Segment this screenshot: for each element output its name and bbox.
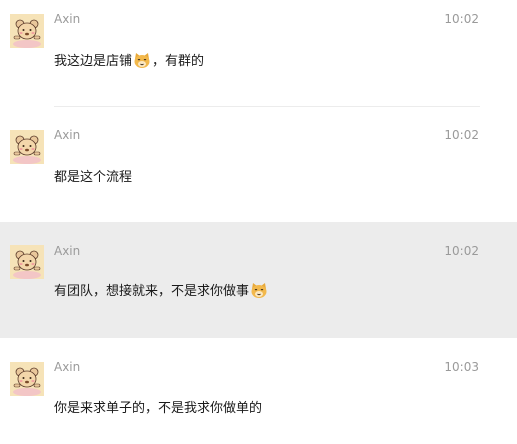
avatar[interactable]: [10, 362, 44, 396]
message-text[interactable]: 你是来求单子的，不是我求你做单的: [54, 397, 262, 416]
message-text[interactable]: 有团队，想接就来，不是求你做事: [54, 280, 269, 299]
sender-name: Axin: [54, 128, 81, 142]
chat-message-list: Axin 10:02 我这边是店铺 ，有群的 Axin 10:02 都是这个流程…: [0, 0, 517, 444]
message-time: 10:02: [444, 128, 479, 142]
message-time: 10:02: [444, 12, 479, 26]
cat-face-emoji-icon: [134, 52, 150, 68]
chat-message[interactable]: Axin 10:02 都是这个流程: [0, 107, 517, 222]
message-text[interactable]: 都是这个流程: [54, 166, 132, 185]
chat-message[interactable]: Axin 10:02 我这边是店铺 ，有群的: [0, 0, 517, 107]
message-text-part: ，有群的: [152, 54, 205, 69]
bear-avatar-icon: [10, 245, 44, 279]
cat-face-emoji-icon: [251, 282, 267, 298]
sender-name: Axin: [54, 244, 81, 258]
message-text[interactable]: 我这边是店铺 ，有群的: [54, 50, 204, 69]
avatar[interactable]: [10, 14, 44, 48]
chat-message[interactable]: Axin 10:03 你是来求单子的，不是我求你做单的: [0, 338, 517, 444]
chat-message-highlighted[interactable]: Axin 10:02 有团队，想接就来，不是求你做事: [0, 222, 517, 338]
message-text-part: 我这边是店铺: [54, 54, 133, 69]
bear-avatar-icon: [10, 362, 44, 396]
avatar[interactable]: [10, 245, 44, 279]
bear-avatar-icon: [10, 130, 44, 164]
message-text-part: 都是这个流程: [54, 170, 133, 185]
message-time: 10:03: [444, 360, 479, 374]
message-time: 10:02: [444, 244, 479, 258]
message-text-part: 有团队，想接就来，不是求你做事: [54, 284, 250, 299]
sender-name: Axin: [54, 12, 81, 26]
bear-avatar-icon: [10, 14, 44, 48]
message-text-part: 你是来求单子的，不是我求你做单的: [54, 401, 263, 416]
avatar[interactable]: [10, 130, 44, 164]
sender-name: Axin: [54, 360, 81, 374]
